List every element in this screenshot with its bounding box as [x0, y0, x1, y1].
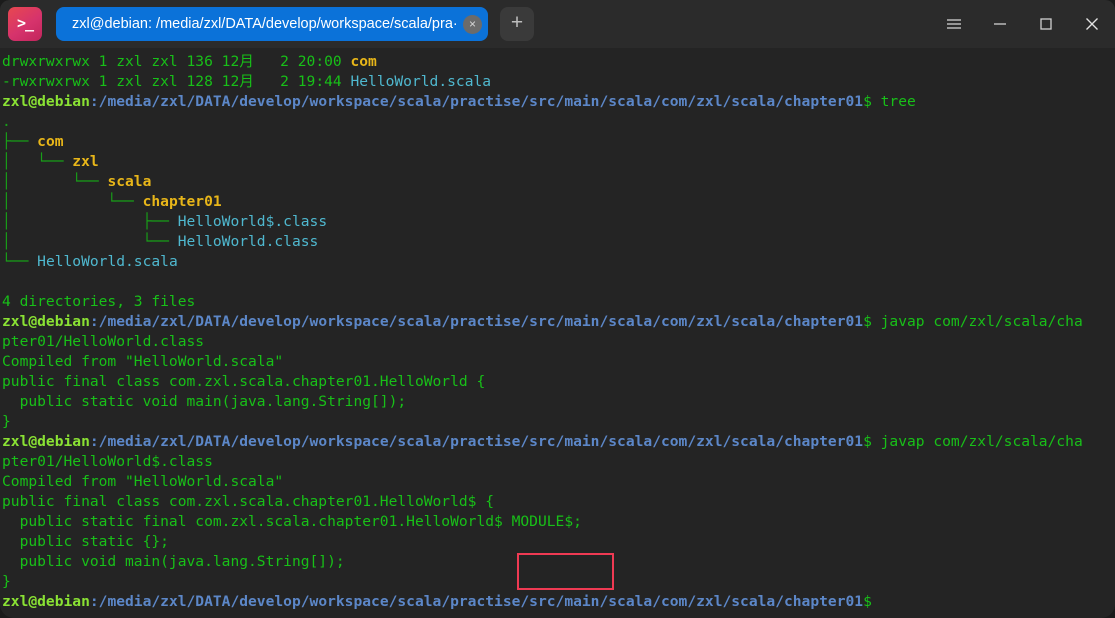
- terminal-line: 4 directories, 3 files: [2, 293, 196, 310]
- terminal-line: zxl@debian:/media/zxl/DATA/develop/works…: [2, 93, 916, 110]
- terminal-line: drwxrwxrwx 1 zxl zxl 136 12月 2 20:00 com: [2, 53, 377, 70]
- terminal-line: pter01/HelloWorld$.class: [2, 453, 213, 470]
- app-icon-glyph: >_: [16, 13, 34, 32]
- terminal-line: zxl@debian:/media/zxl/DATA/develop/works…: [2, 433, 1083, 450]
- terminal-line: pter01/HelloWorld.class: [2, 333, 205, 350]
- terminal-line: .: [2, 113, 11, 130]
- terminal-lines: drwxrwxrwx 1 zxl zxl 136 12月 2 20:00 com…: [2, 52, 1115, 612]
- hamburger-menu-button[interactable]: [931, 0, 977, 48]
- close-window-button[interactable]: [1069, 0, 1115, 48]
- new-tab-button[interactable]: +: [500, 7, 534, 41]
- terminal-line: Compiled from "HelloWorld.scala": [2, 353, 284, 370]
- terminal-line: public static void main(java.lang.String…: [2, 393, 407, 410]
- terminal-line: }: [2, 413, 11, 430]
- terminal-app-icon: >_: [8, 7, 42, 41]
- terminal-line: │ └── zxl: [2, 153, 99, 170]
- terminal-output-area[interactable]: drwxrwxrwx 1 zxl zxl 136 12月 2 20:00 com…: [0, 48, 1115, 618]
- terminal-line: public final class com.zxl.scala.chapter…: [2, 493, 495, 510]
- terminal-line: Compiled from "HelloWorld.scala": [2, 473, 284, 490]
- maximize-icon: [1040, 18, 1052, 30]
- terminal-line: zxl@debian:/media/zxl/DATA/develop/works…: [2, 593, 872, 610]
- tab-title: zxl@debian: /media/zxl/DATA/develop/work…: [72, 16, 457, 32]
- terminal-line: │ ├── HelloWorld$.class: [2, 213, 328, 230]
- terminal-line: └── HelloWorld.scala: [2, 253, 178, 270]
- tab-active[interactable]: zxl@debian: /media/zxl/DATA/develop/work…: [56, 7, 488, 41]
- terminal-line: public static final com.zxl.scala.chapte…: [2, 513, 582, 530]
- hamburger-icon: [947, 19, 961, 29]
- minimize-button[interactable]: [977, 0, 1023, 48]
- terminal-line: zxl@debian:/media/zxl/DATA/develop/works…: [2, 313, 1083, 330]
- terminal-line: │ └── scala: [2, 173, 152, 190]
- terminal-line: public void main(java.lang.String[]);: [2, 553, 345, 570]
- terminal-line: │ └── chapter01: [2, 193, 222, 210]
- maximize-button[interactable]: [1023, 0, 1069, 48]
- terminal-line: public final class com.zxl.scala.chapter…: [2, 373, 486, 390]
- titlebar: >_ zxl@debian: /media/zxl/DATA/develop/w…: [0, 0, 1115, 48]
- tab-strip: zxl@debian: /media/zxl/DATA/develop/work…: [56, 7, 534, 41]
- close-icon: [1086, 18, 1098, 30]
- window-controls: [931, 0, 1115, 48]
- close-icon[interactable]: ×: [463, 14, 482, 34]
- terminal-line: }: [2, 573, 11, 590]
- minimize-icon: [994, 23, 1006, 25]
- terminal-line: -rwxrwxrwx 1 zxl zxl 128 12月 2 19:44 Hel…: [2, 73, 492, 90]
- terminal-line: public static {};: [2, 533, 169, 550]
- terminal-window: >_ zxl@debian: /media/zxl/DATA/develop/w…: [0, 0, 1115, 618]
- terminal-line: │ └── HelloWorld.class: [2, 233, 319, 250]
- terminal-line: ├── com: [2, 133, 64, 150]
